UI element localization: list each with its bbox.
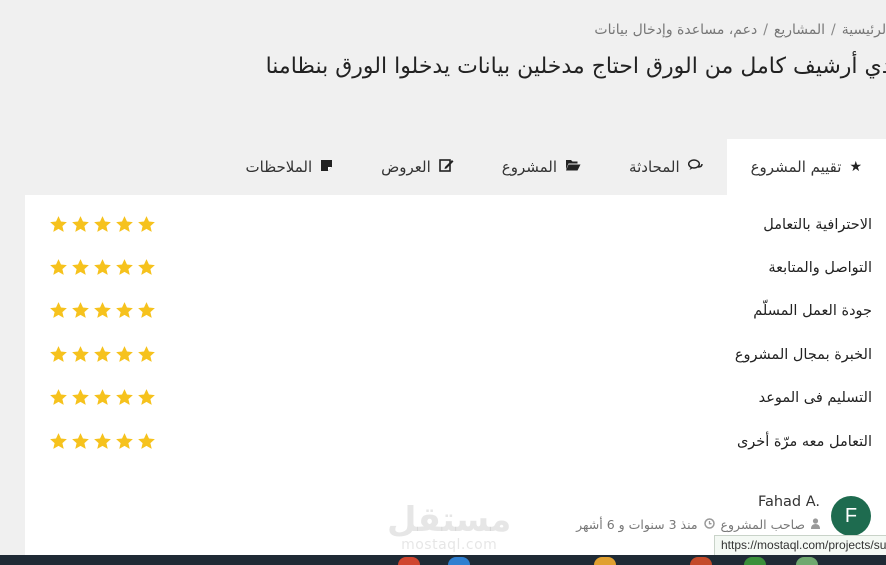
star-icon — [94, 259, 111, 275]
star-icon — [50, 389, 67, 405]
reviewer-name[interactable]: Fahad A. — [758, 494, 820, 510]
tab-bids[interactable]: العروض — [357, 139, 478, 195]
tab-label: تقييم المشروع — [750, 158, 842, 176]
star-icon — [116, 389, 133, 405]
tab-project[interactable]: المشروع — [478, 139, 605, 195]
edit-icon — [438, 158, 454, 176]
breadcrumb-item-category[interactable]: دعم، مساعدة وإدخال بيانات — [594, 22, 757, 38]
star-icon — [116, 259, 133, 275]
reviewer-role: صاحب المشروع — [720, 517, 805, 532]
rating-row: التواصل والمتابعة — [25, 256, 886, 286]
avatar-letter: F — [844, 504, 858, 527]
rating-label: جودة العمل المسلّم — [753, 303, 872, 319]
star-icon — [138, 346, 155, 362]
tab-notes[interactable]: الملاحظات — [222, 139, 358, 195]
rating-label: الاحترافية بالتعامل — [763, 217, 872, 233]
review-time: منذ 3 سنوات و 6 أشهر — [576, 517, 698, 532]
taskbar-app-icon[interactable] — [448, 557, 470, 565]
clock-icon — [703, 517, 715, 532]
rating-row: التعامل معه مرّة أخرى — [25, 430, 886, 460]
star-icon — [116, 216, 133, 232]
page-title: لدي أرشيف كامل من الورق احتاج مدخلين بيا… — [265, 54, 886, 79]
star-rating — [49, 432, 156, 451]
star-icon — [138, 216, 155, 232]
taskbar-app-icon[interactable] — [398, 557, 420, 565]
star-icon — [116, 302, 133, 318]
rating-label: التعامل معه مرّة أخرى — [736, 434, 872, 450]
star-rating — [49, 345, 156, 364]
rating-row: الاحترافية بالتعامل — [25, 213, 886, 243]
rating-row: جودة العمل المسلّم — [25, 299, 886, 329]
star-rating — [49, 215, 156, 234]
status-url-tooltip: https://mostaql.com/projects/su — [714, 535, 886, 556]
rating-label: التسليم فى الموعد — [758, 390, 872, 406]
mostaql-watermark: مستقل mostaql.com — [387, 503, 511, 553]
star-icon — [50, 216, 67, 232]
watermark-brand: مستقل — [387, 500, 512, 540]
star-icon — [94, 433, 111, 449]
star-icon: ★ — [849, 159, 862, 175]
taskbar-app-icon[interactable] — [796, 557, 818, 565]
star-icon — [50, 302, 67, 318]
star-icon — [116, 433, 133, 449]
tab-label: العروض — [381, 158, 431, 176]
tab-bar: ★ تقييم المشروع المحادثة المشروع العروض … — [222, 139, 886, 195]
star-icon — [138, 259, 155, 275]
star-icon — [94, 346, 111, 362]
star-icon — [138, 433, 155, 449]
tab-conversation[interactable]: المحادثة — [605, 139, 727, 195]
folder-open-icon — [565, 159, 581, 175]
breadcrumb-separator: / — [763, 22, 768, 38]
tab-label: المحادثة — [629, 158, 680, 176]
star-icon — [138, 302, 155, 318]
reviewer-meta: صاحب المشروع منذ 3 سنوات و 6 أشهر — [576, 517, 820, 532]
rating-row: الخبرة بمجال المشروع — [25, 343, 886, 373]
ratings-panel: الاحترافية بالتعامل التواصل والمتابعة جو… — [25, 195, 886, 555]
star-icon — [50, 433, 67, 449]
watermark-domain: mostaql.com — [401, 537, 498, 553]
star-icon — [72, 389, 89, 405]
star-rating — [49, 301, 156, 320]
star-icon — [94, 389, 111, 405]
taskbar — [0, 555, 886, 565]
tab-project-rating[interactable]: ★ تقييم المشروع — [726, 139, 886, 195]
comments-icon — [687, 158, 703, 176]
star-icon — [72, 433, 89, 449]
star-icon — [138, 389, 155, 405]
breadcrumb-item-home[interactable]: الرئيسية — [842, 22, 886, 38]
star-icon — [94, 302, 111, 318]
rating-row: التسليم فى الموعد — [25, 386, 886, 416]
star-rating — [49, 388, 156, 407]
rating-label: التواصل والمتابعة — [768, 260, 872, 276]
star-icon — [116, 346, 133, 362]
star-icon — [72, 302, 89, 318]
taskbar-app-icon[interactable] — [594, 557, 616, 565]
star-icon — [72, 216, 89, 232]
breadcrumb-item-projects[interactable]: المشاريع — [774, 22, 825, 38]
star-icon — [50, 259, 67, 275]
star-icon — [72, 259, 89, 275]
breadcrumb-separator: / — [831, 22, 836, 38]
user-icon — [811, 517, 820, 532]
tab-label: الملاحظات — [245, 158, 313, 176]
sticky-note-icon — [320, 159, 333, 176]
star-icon — [50, 346, 67, 362]
avatar[interactable]: F — [831, 496, 871, 536]
tab-label: المشروع — [501, 158, 558, 176]
taskbar-app-icon[interactable] — [690, 557, 712, 565]
rating-label: الخبرة بمجال المشروع — [734, 347, 872, 363]
star-icon — [72, 346, 89, 362]
breadcrumb: الرئيسية / المشاريع / دعم، مساعدة وإدخال… — [594, 22, 886, 38]
star-rating — [49, 258, 156, 277]
taskbar-app-icon[interactable] — [744, 557, 766, 565]
star-icon — [94, 216, 111, 232]
